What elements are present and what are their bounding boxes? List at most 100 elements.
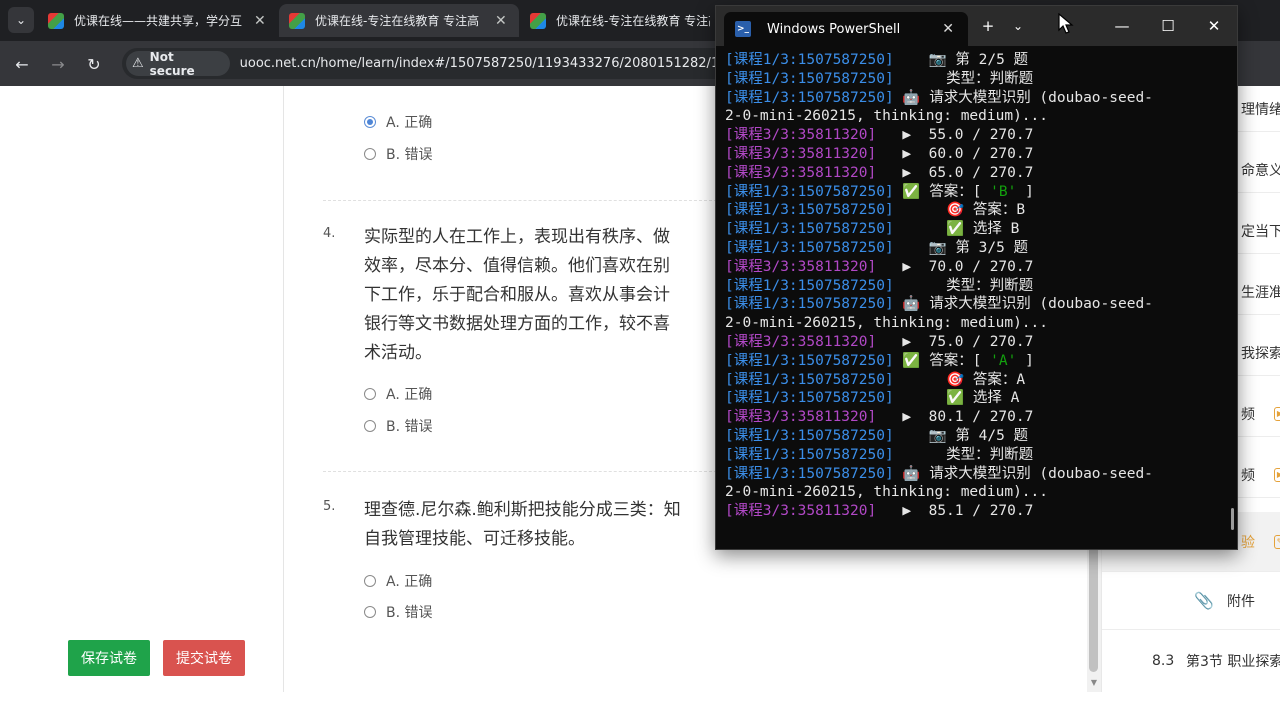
terminal-text-segment: ▶ 75.0 / 270.7 — [876, 333, 1034, 350]
dropdown-chevron-icon[interactable]: ⌄ — [1008, 14, 1028, 38]
site-favicon-icon — [48, 12, 64, 29]
terminal-line: [课程1/3:1507587250] 类型：判断题 — [725, 277, 1230, 296]
minimize-icon[interactable]: — — [1112, 14, 1132, 38]
terminal-text-segment: [课程1/3:1507587250] — [725, 52, 894, 68]
terminal-line: [课程1/3:1507587250] 📷 第 4/5 题 — [725, 427, 1230, 446]
radio-icon[interactable] — [364, 388, 376, 400]
site-favicon-icon — [530, 12, 546, 29]
question-number: 5. — [323, 499, 336, 514]
terminal-line: [课程3/3:35811320] ▶ 75.0 / 270.7 — [725, 333, 1230, 352]
terminal-text-segment: ✅ 选择 B — [893, 221, 1020, 238]
warning-triangle-icon: ⚠ — [132, 56, 144, 71]
terminal-text-segment: ✅ 答案：[ — [893, 183, 991, 200]
terminal-titlebar[interactable]: >_ Windows PowerShell ✕ + ⌄ — ☐ ✕ — [716, 6, 1237, 46]
radio-icon[interactable] — [364, 148, 376, 160]
terminal-line: [课程1/3:1507587250] 类型：判断题 — [725, 70, 1230, 89]
terminal-text-segment: ▶ 60.0 / 270.7 — [876, 145, 1034, 162]
outline-item-label: 生涯准备 — [1241, 284, 1280, 301]
powershell-window[interactable]: >_ Windows PowerShell ✕ + ⌄ — ☐ ✕ [课程1/3… — [715, 5, 1238, 550]
powershell-icon: >_ — [735, 21, 751, 37]
browser-tab-2[interactable]: 优课在线-专注在线教育 专注高 ✕ — [279, 4, 519, 37]
terminal-output[interactable]: [课程1/3:1507587250] 📷 第 2/5 题 [课程1/3:15075… — [725, 51, 1230, 541]
close-window-icon[interactable]: ✕ — [1204, 14, 1224, 38]
terminal-line: [课程3/3:35811320] ▶ 70.0 / 270.7 — [725, 258, 1230, 277]
attachment-item[interactable]: 📎 附件 — [1102, 572, 1280, 630]
reload-icon[interactable]: ↻ — [81, 51, 107, 77]
terminal-scrollbar[interactable] — [1231, 508, 1234, 530]
address-bar[interactable]: ⚠ Not secure uooc.net.cn/home/learn/inde… — [122, 48, 742, 79]
close-tab-icon[interactable]: ✕ — [254, 13, 266, 29]
radio-icon[interactable] — [364, 420, 376, 432]
video-badge-icon: ▶ — [1274, 406, 1280, 421]
terminal-text-segment: [课程3/3:35811320] — [725, 145, 877, 162]
q4-option-b[interactable]: B. 错误 — [364, 416, 433, 436]
forward-arrow-icon[interactable]: → — [45, 51, 71, 77]
chapter-item[interactable]: 8.3 第3节 职业探索 — [1102, 630, 1280, 692]
terminal-text-segment: [课程1/3:1507587250] — [725, 390, 894, 407]
q5-option-b[interactable]: B. 错误 — [364, 602, 433, 622]
terminal-text-segment: [课程1/3:1507587250] — [725, 183, 894, 200]
q4-option-a[interactable]: A. 正确 — [364, 384, 432, 404]
outline-item-label: 我探索 — [1241, 345, 1280, 362]
radio-icon[interactable] — [364, 606, 376, 618]
new-tab-plus-icon[interactable]: + — [978, 14, 998, 38]
terminal-text-segment: ] — [1016, 183, 1034, 200]
back-arrow-icon[interactable]: ← — [9, 51, 35, 77]
terminal-line: [课程1/3:1507587250] 📷 第 2/5 题 — [725, 51, 1230, 70]
terminal-text-segment: 类型：判断题 — [893, 277, 1034, 294]
terminal-text-segment: [课程3/3:35811320] — [725, 409, 877, 426]
option-label: A. 正确 — [386, 387, 433, 403]
terminal-text-segment: 'A' — [990, 352, 1017, 369]
terminal-line: [课程1/3:1507587250] 🎯 答案：A — [725, 371, 1230, 390]
terminal-line: [课程1/3:1507587250] 📷 第 3/5 题 — [725, 239, 1230, 258]
terminal-text-segment: 🎯 答案：B — [893, 202, 1026, 219]
terminal-text-segment: [课程1/3:1507587250] — [725, 277, 894, 294]
terminal-text-segment: 类型：判断题 — [893, 70, 1034, 87]
save-quiz-button[interactable]: 保存试卷 — [68, 640, 150, 676]
url-text[interactable]: uooc.net.cn/home/learn/index#/1507587250… — [240, 56, 742, 71]
terminal-text-segment: 2-0-mini-260215, thinking: medium)... — [725, 315, 1049, 332]
terminal-line: [课程3/3:35811320] ▶ 65.0 / 270.7 — [725, 164, 1230, 183]
terminal-line: 2-0-mini-260215, thinking: medium)... — [725, 483, 1230, 502]
option-label: A. 正确 — [386, 574, 433, 590]
submit-quiz-button[interactable]: 提交试卷 — [163, 640, 245, 676]
radio-checked-icon[interactable] — [364, 116, 376, 128]
security-label: Not secure — [149, 49, 195, 78]
terminal-text-segment: 📷 第 2/5 题 — [893, 52, 1029, 68]
maximize-icon[interactable]: ☐ — [1158, 14, 1178, 38]
outline-item-label: 定当下 — [1241, 223, 1280, 240]
terminal-tab[interactable]: >_ Windows PowerShell ✕ — [724, 12, 968, 46]
terminal-tab-title: Windows PowerShell — [767, 21, 901, 37]
terminal-text-segment: [课程1/3:1507587250] — [725, 239, 894, 256]
outline-item-label: 验 — [1241, 534, 1255, 551]
terminal-line: [课程1/3:1507587250] ✅ 答案：[ 'A' ] — [725, 352, 1230, 371]
prev-option-b[interactable]: B. 错误 — [364, 144, 433, 164]
security-indicator[interactable]: ⚠ Not secure — [126, 49, 230, 78]
terminal-text-segment: 'B' — [990, 183, 1017, 200]
question-number: 4. — [323, 226, 336, 241]
scroll-down-arrow-icon[interactable]: ▼ — [1087, 678, 1101, 688]
tab-title: 优课在线-专注在线教育 专注高 — [556, 14, 710, 28]
tab-search-chevron-icon[interactable]: ⌄ — [8, 7, 34, 33]
site-favicon-icon — [289, 12, 305, 29]
terminal-text-segment: [课程1/3:1507587250] — [725, 446, 894, 463]
terminal-text-segment: [课程1/3:1507587250] — [725, 352, 894, 369]
terminal-text-segment: [课程1/3:1507587250] — [725, 89, 894, 106]
terminal-text-segment: 2-0-mini-260215, thinking: medium)... — [725, 108, 1049, 125]
mouse-pointer-icon — [1058, 13, 1074, 34]
outline-item-label: 命意义 — [1241, 162, 1280, 179]
prev-option-a[interactable]: A. 正确 — [364, 112, 432, 132]
browser-tab-1[interactable]: 优课在线——共建共享，学分互 ✕ — [38, 4, 278, 37]
browser-tab-3[interactable]: 优课在线-专注在线教育 专注高 — [520, 4, 720, 37]
terminal-text-segment: [课程1/3:1507587250] — [725, 371, 894, 388]
radio-icon[interactable] — [364, 575, 376, 587]
terminal-text-segment: [课程3/3:35811320] — [725, 164, 877, 181]
terminal-line: [课程1/3:1507587250] ✅ 答案：[ 'B' ] — [725, 183, 1230, 202]
terminal-line: [课程1/3:1507587250] ✅ 选择 A — [725, 389, 1230, 408]
terminal-text-segment: [课程1/3:1507587250] — [725, 465, 894, 482]
close-tab-icon[interactable]: ✕ — [942, 21, 954, 37]
terminal-line: [课程1/3:1507587250] 🤖 请求大模型识别 (doubao-see… — [725, 295, 1230, 314]
close-tab-icon[interactable]: ✕ — [495, 13, 507, 29]
q5-option-a[interactable]: A. 正确 — [364, 571, 432, 591]
terminal-line: [课程1/3:1507587250] 🎯 答案：B — [725, 201, 1230, 220]
